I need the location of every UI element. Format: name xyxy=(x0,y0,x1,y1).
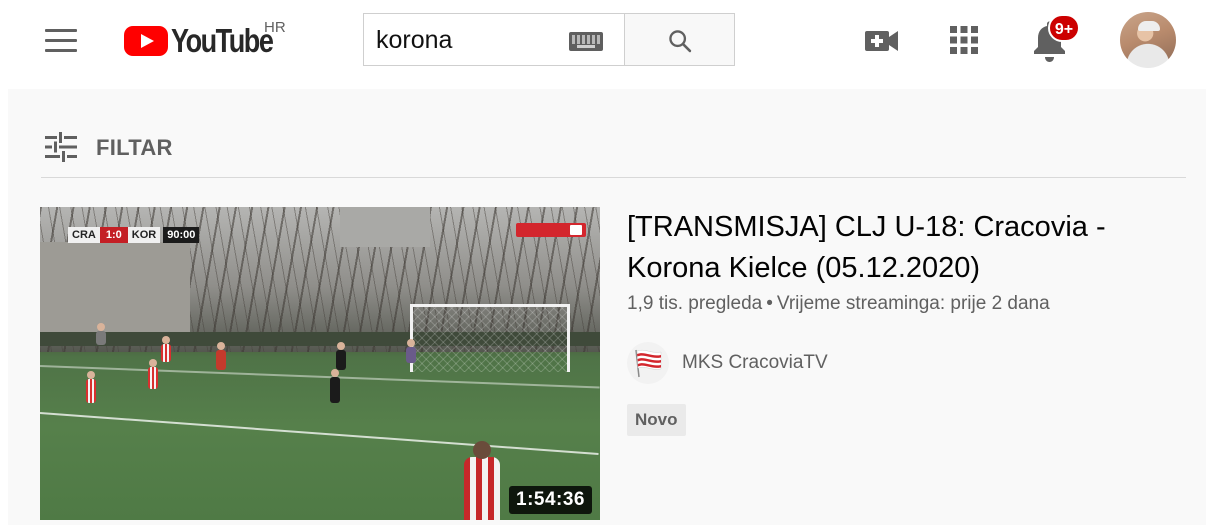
video-duration: 1:54:36 xyxy=(509,486,592,514)
notifications-button[interactable]: 9+ xyxy=(1026,14,1086,64)
channel-name[interactable]: MKS CracoviaTV xyxy=(682,352,828,374)
match-scorebug: CRA 1:0 KOR 90:00 xyxy=(68,227,200,243)
thumbnail-building xyxy=(340,207,430,247)
player xyxy=(148,359,158,389)
create-video-icon xyxy=(865,31,898,51)
filter-label: FILTAR xyxy=(96,135,173,160)
notification-count-badge: 9+ xyxy=(1048,14,1080,42)
divider xyxy=(41,177,1186,178)
thumbnail-building xyxy=(40,242,190,342)
search-icon xyxy=(669,30,692,53)
channel-avatar[interactable] xyxy=(627,342,669,384)
player xyxy=(406,339,416,363)
video-title[interactable]: [TRANSMISJA] CLJ U-18: Cracovia - Korona… xyxy=(627,207,1187,289)
search-button[interactable] xyxy=(624,13,735,66)
player xyxy=(336,342,346,370)
player xyxy=(96,323,106,345)
apps-button[interactable] xyxy=(944,20,984,60)
channel-link[interactable]: MKS CracoviaTV xyxy=(627,342,927,384)
cracovia-flag-icon xyxy=(635,349,662,378)
pitch-line xyxy=(40,412,599,456)
search-input[interactable]: korona xyxy=(363,13,625,66)
stream-time: Vrijeme streaminga: prije 2 dana xyxy=(776,293,1050,314)
keyboard-icon[interactable] xyxy=(569,32,603,51)
meta-separator: • xyxy=(766,293,773,314)
avatar[interactable] xyxy=(1120,12,1176,68)
player xyxy=(464,441,500,520)
masthead: YouTube HR korona 9+ xyxy=(0,0,1206,82)
player xyxy=(86,371,96,403)
menu-icon[interactable] xyxy=(36,22,86,58)
new-badge: Novo xyxy=(627,404,686,436)
create-video-button[interactable] xyxy=(862,24,902,58)
logo-wordmark: YouTube xyxy=(171,22,274,59)
match-clock: 90:00 xyxy=(163,227,200,243)
player xyxy=(161,336,171,362)
score: 1:0 xyxy=(99,227,128,243)
view-count: 1,9 tis. pregleda xyxy=(627,293,763,314)
search-bar: korona xyxy=(363,13,735,66)
away-team: KOR xyxy=(127,227,161,243)
football-goal xyxy=(410,304,570,372)
player xyxy=(216,342,226,370)
video-info: [TRANSMISJA] CLJ U-18: Cracovia - Korona… xyxy=(627,207,1187,436)
video-metadata: 1,9 tis. pregleda • Vrijeme streaminga: pr… xyxy=(627,293,1187,315)
home-team: CRA xyxy=(68,227,100,243)
player xyxy=(330,369,340,403)
search-input-value: korona xyxy=(376,26,453,54)
youtube-logo[interactable]: YouTube HR xyxy=(122,18,302,62)
filter-button[interactable]: FILTAR xyxy=(44,131,344,163)
apps-icon xyxy=(950,26,978,54)
region-code: HR xyxy=(264,19,286,36)
search-results-area: FILTAR CRA 1:0 KOR 90:00 1:54:36 [TRANSM… xyxy=(8,89,1206,525)
broadcaster-logo xyxy=(516,223,586,237)
youtube-play-icon xyxy=(124,26,168,56)
video-thumbnail[interactable]: CRA 1:0 KOR 90:00 1:54:36 xyxy=(40,207,600,520)
filter-sliders-icon xyxy=(45,132,77,162)
video-result: CRA 1:0 KOR 90:00 1:54:36 [TRANSMISJA] C… xyxy=(40,207,1190,525)
